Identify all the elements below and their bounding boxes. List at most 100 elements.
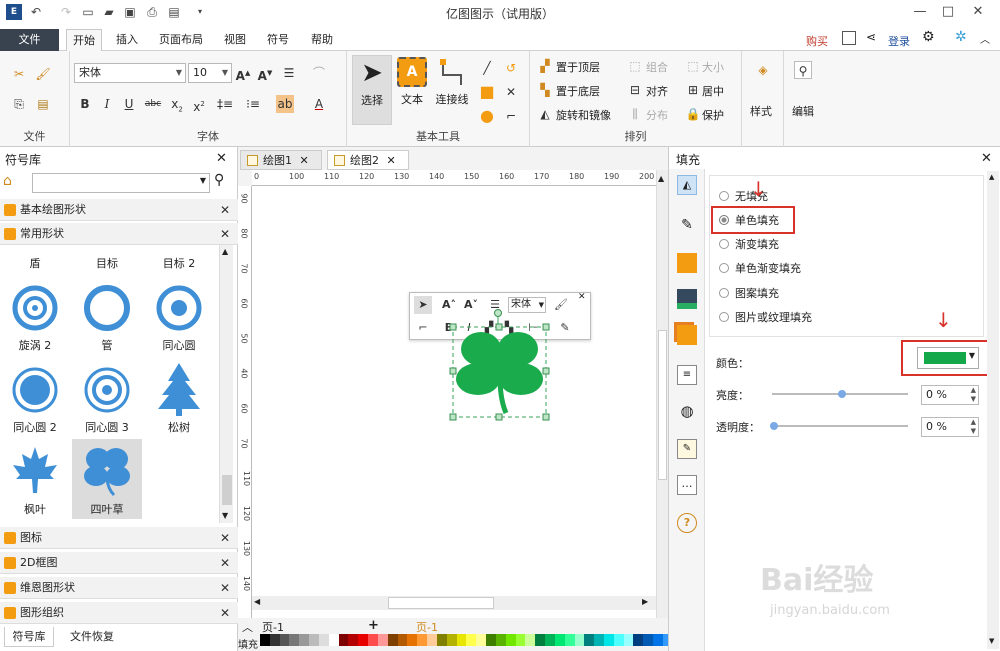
tab-page-layout[interactable]: 页面布局 [153,29,209,51]
rotate-mirror-button[interactable]: 旋转和镜像 [556,107,611,123]
transparency-slider[interactable] [770,422,908,430]
palette-swatch[interactable] [269,634,280,646]
palette-swatch[interactable] [436,634,447,646]
collapse-ribbon-icon[interactable]: ︿ [980,31,990,46]
scroll-up-icon[interactable]: ▲ [658,174,664,183]
style-button[interactable]: ◈ 样式 [742,51,784,147]
scroll-thumb[interactable] [222,475,232,505]
share-icon[interactable]: ⋖ [866,30,876,44]
palette-swatch[interactable] [328,634,339,646]
size-button[interactable]: 大小 [702,59,724,75]
bullet-list-icon[interactable]: ⁝≡ [244,95,262,113]
tab-file-recovery[interactable]: 文件恢复 [62,627,122,647]
drawing-page[interactable]: ➤ A˄ A˅ ☰ 宋体 ▼ 🖌 ✕ ⌐ B I ▞ ▚ ⊢ ✎ [252,186,656,632]
tab-view[interactable]: 视图 [218,29,252,51]
rotate-handle[interactable] [494,309,502,317]
tab-drawing-1[interactable]: 绘图1 ✕ [240,150,322,170]
scroll-up-icon[interactable]: ▲ [989,173,994,181]
customize-quick-access-icon[interactable]: ▾ [192,4,208,20]
close-window-button[interactable]: ✕ [966,2,990,22]
close-tab-icon[interactable]: ✕ [300,154,309,167]
tab-help[interactable]: 帮助 [305,29,339,51]
buy-link[interactable]: 购买 [806,33,828,49]
palette-swatch[interactable] [318,634,329,646]
font-name-select[interactable]: 宋体 ▼ [74,63,186,83]
grow-font-icon[interactable]: A▲ [234,64,252,83]
close-panel-icon[interactable]: ✕ [981,151,992,166]
palette-swatch[interactable] [515,634,526,646]
palette-swatch[interactable] [466,634,477,646]
scroll-down-icon[interactable]: ▼ [989,637,994,645]
radio-texture-fill[interactable]: 图片或纹理填充 [719,310,812,326]
scroll-down-icon[interactable]: ▼ [222,511,228,520]
palette-swatch[interactable] [446,634,457,646]
cut-icon[interactable]: ✂ [10,65,28,83]
align-text-icon[interactable]: ☰ [280,64,298,82]
palette-swatch[interactable] [338,634,349,646]
protect-button[interactable]: 保护 [702,107,724,123]
export-icon[interactable]: ▤ [166,4,182,20]
palette-swatch[interactable] [427,634,437,646]
line-style-icon[interactable]: ✎ [677,215,697,235]
category-venn[interactable]: 维恩图形状 ✕ [0,577,238,599]
bold-icon[interactable]: B [76,95,94,113]
palette-swatch[interactable] [289,634,300,646]
slider-thumb[interactable] [838,390,846,398]
screen-icon[interactable] [842,31,856,45]
close-category-icon[interactable]: ✕ [220,199,230,221]
help-icon[interactable]: ? [677,513,697,533]
globe-icon[interactable]: ◍ [677,401,697,421]
transparency-input[interactable]: 0 % ▲ ▼ [921,417,979,437]
tab-start[interactable]: 开始 [66,29,102,52]
category-common-shapes[interactable]: 常用形状 ✕ [0,223,238,245]
palette-swatch[interactable] [309,634,319,646]
palette-swatch[interactable] [358,634,369,646]
print-icon[interactable]: ⎙ [144,4,160,20]
strikethrough-icon[interactable]: abc [144,95,162,113]
palette-swatch[interactable] [535,634,546,646]
radio-pattern-fill[interactable]: 图案填充 [719,286,779,302]
shadow-icon[interactable] [677,253,697,273]
brightness-slider[interactable] [772,390,908,398]
line-icon[interactable]: ╱ [478,59,496,77]
settings-gear-icon[interactable]: ⚙ [922,29,935,45]
underline-icon[interactable]: U [120,95,138,113]
highlight-color-icon[interactable]: ab [276,95,294,113]
distribute-button[interactable]: 分布 [646,107,668,123]
save-icon[interactable]: ▣ [122,4,138,20]
line-spacing-icon[interactable]: ⌒ [310,64,328,82]
add-page-icon[interactable]: + [368,618,379,633]
tab-symbol[interactable]: 符号 [261,29,295,51]
redo-icon[interactable]: ↷ [58,4,74,20]
palette-swatch[interactable] [545,634,555,646]
group-button[interactable]: 组合 [646,59,668,75]
paragraph-spacing-icon[interactable]: ‡≡ [216,95,234,113]
palette-swatch[interactable] [574,634,585,646]
subscript-icon[interactable]: x2 [168,95,186,113]
palette-swatch[interactable] [505,634,516,646]
radio-single-gradient-fill[interactable]: 单色渐变填充 [719,261,801,277]
panel-scrollbar[interactable]: ▲ ▼ [987,171,999,649]
shape-target[interactable]: 目标 [72,245,142,273]
copy-icon[interactable]: ⎘ [10,95,28,113]
palette-swatch[interactable] [456,634,467,646]
italic-icon[interactable]: I [98,95,116,113]
category-basic-shapes[interactable]: 基本绘图形状 ✕ [0,199,238,221]
palette-swatch[interactable] [564,634,575,646]
layer-icon[interactable] [677,325,697,345]
center-button[interactable]: 居中 [702,83,724,99]
shape-spiral-2[interactable]: 旋涡 2 [0,275,70,355]
palette-swatch[interactable] [377,634,388,646]
palette-swatch[interactable] [633,634,644,646]
palette-swatch[interactable] [397,634,408,646]
palette-swatch[interactable] [584,634,595,646]
palette-swatch[interactable] [613,634,624,646]
font-size-select[interactable]: 10 ▼ [188,63,232,83]
close-category-icon[interactable]: ✕ [220,602,230,624]
cross-icon[interactable]: ✕ [502,83,520,101]
four-leaf-clover-shape[interactable] [448,309,558,424]
palette-swatch[interactable] [279,634,290,646]
shape-concentric-2[interactable]: 同心圆 2 [0,357,70,437]
rectangle-icon[interactable]: ■ [478,83,496,101]
maximize-button[interactable]: □ [936,2,960,22]
